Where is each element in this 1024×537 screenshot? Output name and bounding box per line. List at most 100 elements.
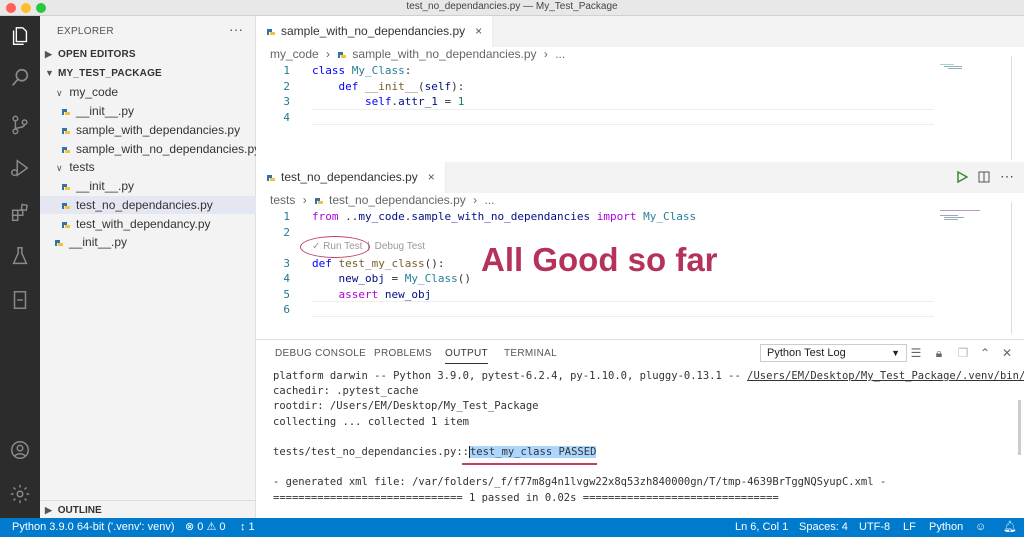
chevron-right-icon: ▶ [45, 49, 53, 59]
outline-section[interactable]: ▶ OUTLINE [40, 500, 256, 518]
tab-problems[interactable]: PROBLEMS [374, 348, 432, 359]
tree-file-test-no-deps[interactable]: test_no_dependancies.py [40, 196, 256, 214]
scrollbar-bottom[interactable] [1011, 202, 1012, 334]
sync-status[interactable]: ↕ 1 [240, 518, 255, 537]
problems-count[interactable]: ⊗ 0 ⚠ 0 [185, 518, 225, 537]
feedback-icon[interactable]: ☺ [975, 518, 986, 537]
chevron-down-icon: ∨ [56, 88, 63, 98]
output-line: rootdir: /Users/EM/Desktop/My_Test_Packa… [273, 400, 539, 413]
tab-terminal[interactable]: TERMINAL [504, 348, 557, 359]
code-editor-top[interactable]: 1 class My_Class: 2 def __init__(self): 3… [256, 63, 956, 125]
python-interpreter[interactable]: Python 3.9.0 64-bit ('.venv': venv) [12, 518, 175, 537]
chevron-right-icon: › [543, 47, 548, 61]
breadcrumb-more[interactable]: ... [555, 47, 565, 61]
tree-folder-my-code[interactable]: ∨ my_code [40, 83, 256, 101]
search-icon[interactable] [8, 66, 32, 90]
window-title: test_no_dependancies.py — My_Test_Packag… [406, 1, 618, 12]
encoding[interactable]: UTF-8 [859, 518, 890, 537]
run-file-icon[interactable] [956, 171, 968, 183]
settings-gear-icon[interactable] [8, 482, 32, 506]
debug-test-link[interactable]: Debug Test [375, 241, 425, 252]
more-actions-icon[interactable]: ··· [229, 21, 243, 37]
output-line: collecting ... collected 1 item [273, 415, 469, 428]
tree-file-test-with-dep[interactable]: test_with_dependancy.py [40, 215, 256, 233]
close-tab-icon[interactable]: × [475, 24, 482, 38]
code-line: 6 [283, 303, 290, 316]
remote-explorer-icon[interactable] [8, 288, 32, 312]
breadcrumb-bottom: tests › test_no_dependancies.py › ... [270, 193, 495, 207]
open-editors-section[interactable]: ▶ OPEN EDITORS [40, 45, 256, 63]
tree-folder-tests[interactable]: ∨ tests [40, 158, 256, 176]
lock-scroll-icon[interactable]: 🔒︎ [931, 345, 947, 361]
close-tab-icon[interactable]: × [428, 170, 435, 184]
chevron-right-icon: › [473, 193, 478, 207]
code-line: 3 self.attr_1 = 1 [283, 95, 465, 108]
account-icon[interactable] [8, 438, 32, 462]
code-line: 1 class My_Class: [283, 64, 412, 77]
testing-icon[interactable] [8, 244, 32, 268]
code-line: 1 from ..my_code.sample_with_no_dependanc… [283, 210, 697, 223]
python-file-icon [62, 183, 70, 190]
python-file-icon [62, 108, 70, 115]
open-log-icon[interactable]: ❐ [955, 345, 971, 361]
tab-debug-console[interactable]: DEBUG CONSOLE [275, 348, 366, 359]
tree-file-init-my-code[interactable]: __init__.py [40, 102, 256, 120]
tab-output[interactable]: OUTPUT [445, 348, 488, 364]
language-mode[interactable]: Python [929, 518, 963, 537]
indentation[interactable]: Spaces: 4 [799, 518, 848, 537]
code-line: 2 def __init__(self): [283, 79, 465, 93]
python-file-icon [62, 221, 70, 228]
python-file-icon [338, 51, 347, 58]
breadcrumb-more[interactable]: ... [485, 193, 495, 207]
tree-file-init-tests[interactable]: __init__.py [40, 177, 256, 195]
breadcrumb-file[interactable]: test_no_dependancies.py [329, 193, 466, 207]
chevron-right-icon: › [326, 47, 331, 61]
chevron-right-icon: › [302, 193, 307, 207]
explorer-title: EXPLORER [57, 26, 114, 37]
output-log[interactable]: platform darwin -- Python 3.9.0, pytest-… [273, 369, 1024, 506]
python-file-icon [62, 202, 70, 209]
chevron-down-icon: ∨ [56, 163, 63, 173]
python-file-icon [267, 28, 275, 35]
cursor-position[interactable]: Ln 6, Col 1 [735, 518, 788, 537]
tree-file-sample-with-deps[interactable]: sample_with_dependancies.py [40, 121, 256, 139]
chevron-right-icon: ▶ [45, 505, 52, 515]
outline-label: OUTLINE [57, 505, 102, 516]
test-result-highlight: test_my_class PASSED [468, 445, 597, 458]
panel-scrollbar[interactable] [1018, 400, 1021, 455]
end-of-line[interactable]: LF [903, 518, 916, 537]
breadcrumb-top: my_code › sample_with_no_dependancies.py… [270, 47, 565, 61]
minimap-bottom[interactable] [940, 208, 996, 268]
source-control-icon[interactable] [8, 113, 32, 137]
tree-file-sample-with-no-deps[interactable]: sample_with_no_dependancies.py [40, 140, 260, 158]
project-section[interactable]: ▼ MY_TEST_PACKAGE [40, 64, 256, 82]
extensions-icon[interactable] [8, 201, 32, 225]
maximize-panel-icon[interactable]: ⌃ [977, 345, 993, 361]
output-channel-select[interactable]: Python Test Log ▼ [760, 344, 907, 362]
annotation-text: All Good so far [481, 241, 718, 278]
more-actions-icon[interactable]: ⋯ [1000, 168, 1014, 185]
tree-file-init-root[interactable]: __init__.py [40, 233, 256, 251]
tab-test-no-deps[interactable]: test_no_dependancies.py × [256, 162, 446, 193]
breadcrumb-folder[interactable]: tests [270, 193, 295, 207]
bottom-panel: DEBUG CONSOLE PROBLEMS OUTPUT TERMINAL P… [256, 339, 1024, 518]
run-debug-icon[interactable] [8, 156, 32, 180]
code-line: 2 [283, 225, 290, 239]
notifications-bell-icon[interactable]: 🔔︎ [1003, 518, 1017, 537]
explorer-icon[interactable] [8, 24, 32, 48]
tab-sample-with-no-deps[interactable]: sample_with_no_dependancies.py × [256, 16, 494, 47]
close-panel-icon[interactable]: ✕ [999, 345, 1015, 361]
breadcrumb-file[interactable]: sample_with_no_dependancies.py [352, 47, 536, 61]
output-line: tests/test_no_dependancies.py::test_my_c… [273, 445, 597, 458]
clear-output-icon[interactable]: ☰ [908, 345, 924, 361]
scrollbar-top[interactable] [1011, 56, 1012, 160]
title-bar: test_no_dependancies.py — My_Test_Packag… [0, 0, 1024, 16]
split-editor-icon[interactable] [978, 171, 990, 183]
editor-tabs-top: sample_with_no_dependancies.py × [256, 16, 1024, 47]
editor-tabs-bottom: test_no_dependancies.py × ⋯ [256, 162, 1024, 193]
minimap-top[interactable] [940, 62, 996, 122]
chevron-down-icon: ▼ [45, 68, 55, 78]
breadcrumb-folder[interactable]: my_code [270, 47, 319, 61]
